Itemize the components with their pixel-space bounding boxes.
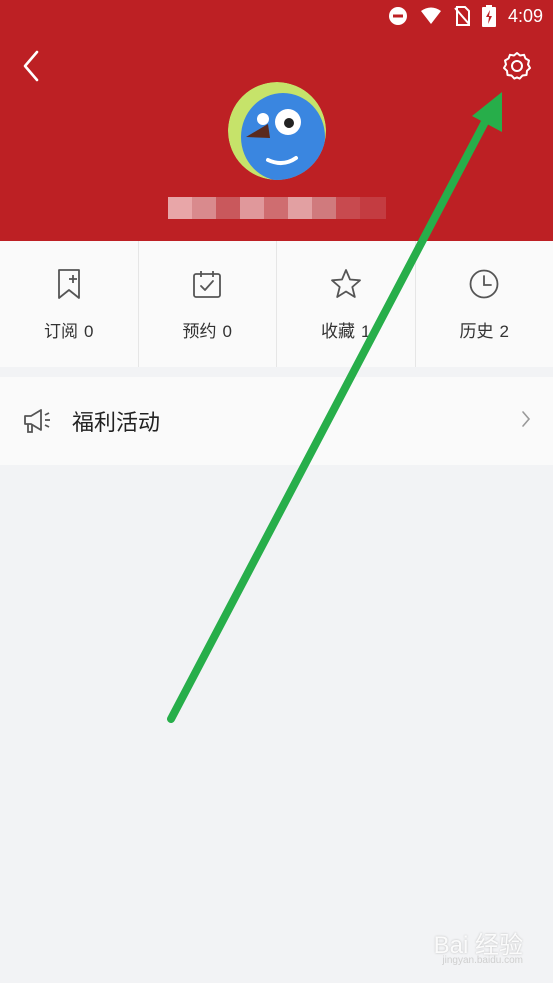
stat-count: 1 — [361, 322, 371, 341]
chevron-right-icon — [521, 410, 531, 432]
do-not-disturb-icon — [388, 6, 408, 26]
username-pixelated — [168, 197, 386, 219]
back-button[interactable] — [16, 50, 46, 86]
no-sim-icon — [454, 6, 470, 26]
stat-label: 预约 — [182, 322, 217, 342]
calendar-check-icon — [192, 269, 222, 303]
wifi-icon — [420, 7, 442, 25]
stat-count: 2 — [499, 322, 509, 341]
status-time: 4:09 — [507, 5, 543, 26]
stat-label: 历史 — [459, 322, 494, 342]
menu-item-welfare-activity[interactable]: 福利活动 — [0, 377, 553, 465]
star-icon — [330, 268, 362, 304]
settings-button[interactable] — [500, 50, 534, 86]
menu-item-label: 福利活动 — [72, 411, 161, 436]
megaphone-icon — [22, 406, 52, 436]
stat-favorites[interactable]: 收藏 1 — [277, 241, 416, 367]
battery-charging-icon — [481, 5, 496, 27]
stat-label: 收藏 — [321, 322, 356, 342]
stat-subscribe[interactable]: 订阅 0 — [0, 241, 139, 367]
clock-icon — [468, 268, 500, 304]
back-arrow-icon — [22, 50, 40, 86]
stat-count: 0 — [84, 322, 94, 341]
status-bar: 4:09 — [0, 0, 553, 32]
baidu-watermark-url: jingyan.baidu.com — [442, 955, 523, 966]
stat-history[interactable]: 历史 2 — [416, 241, 553, 367]
stat-count: 0 — [222, 322, 232, 341]
gear-icon — [501, 50, 533, 86]
avatar[interactable] — [228, 82, 326, 180]
stat-reservation[interactable]: 预约 0 — [139, 241, 277, 367]
stat-label: 订阅 — [44, 322, 79, 342]
bookmark-add-icon — [56, 268, 82, 304]
stats-bar: 订阅 0 预约 0 收藏 1 历史 2 — [0, 241, 553, 367]
